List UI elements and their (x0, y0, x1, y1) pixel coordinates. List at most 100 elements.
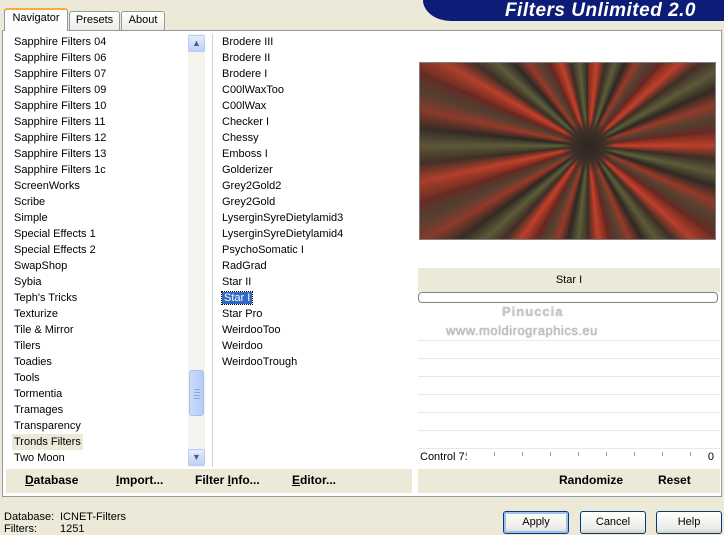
list-item-label: PsychoSomatic I (222, 244, 304, 256)
left-button-row: Database Import... Filter Info... Editor… (6, 469, 412, 493)
tab-presets[interactable]: Presets (69, 11, 120, 30)
database-label: Database: (4, 511, 55, 523)
tab-about[interactable]: About (121, 11, 165, 30)
list-item[interactable]: WeirdooTrough (220, 354, 412, 370)
list-item-label: Sapphire Filters 04 (14, 36, 107, 48)
list-item[interactable]: Grey2Gold (220, 194, 412, 210)
list-item-label: Simple (14, 212, 48, 224)
list-item-label: Tormentia (14, 388, 63, 400)
list-item[interactable]: Sapphire Filters 11 (12, 114, 190, 130)
list-item[interactable]: Chessy (220, 130, 412, 146)
list-item-label: Two Moon (14, 452, 65, 464)
list-item[interactable]: Sapphire Filters 1c (12, 162, 190, 178)
list-item-label: Tronds Filters (14, 436, 81, 448)
scroll-thumb[interactable] (189, 370, 204, 416)
list-item[interactable]: Transparency (12, 418, 190, 434)
chevron-up-icon: ▲ (192, 38, 201, 48)
randomize-button[interactable]: Randomize (559, 473, 623, 487)
list-item-label: Sapphire Filters 1c (14, 164, 106, 176)
list-item[interactable]: Simple (12, 210, 190, 226)
cancel-button[interactable]: Cancel (580, 511, 646, 534)
tab-navigator[interactable]: Navigator (4, 8, 68, 31)
control-7-slider[interactable] (466, 452, 706, 456)
scroll-down-button[interactable]: ▼ (188, 449, 205, 466)
list-item[interactable]: Texturize (12, 306, 190, 322)
list-item[interactable]: Tronds Filters (12, 434, 83, 450)
control-7-row[interactable]: Control 7: 0 (418, 450, 720, 466)
filters-count-value: 1251 (60, 523, 85, 535)
preview-image (419, 62, 716, 240)
list-item[interactable]: Tile & Mirror (12, 322, 190, 338)
list-item[interactable]: Two Moon (12, 450, 190, 466)
list-item[interactable]: RadGrad (220, 258, 412, 274)
list-item[interactable]: Special Effects 1 (12, 226, 190, 242)
list-item[interactable]: Sapphire Filters 10 (12, 98, 190, 114)
list-item[interactable]: SwapShop (12, 258, 190, 274)
list-item-label: Scribe (14, 196, 46, 208)
list-item[interactable]: Brodere I (220, 66, 412, 82)
progress-bar (418, 292, 718, 303)
list-item[interactable]: LyserginSyreDietylamid3 (220, 210, 412, 226)
app-title: Filters Unlimited 2.0 (504, 0, 696, 21)
list-item[interactable]: Golderizer (220, 162, 412, 178)
database-value: ICNET-Filters (60, 511, 126, 523)
list-item[interactable]: Toadies (12, 354, 190, 370)
filter-list[interactable]: Brodere III Brodere II Brodere I C00lWaxToo… (220, 34, 412, 467)
help-button[interactable]: Help (656, 511, 722, 534)
list-item[interactable]: Sapphire Filters 06 (12, 50, 190, 66)
list-item[interactable]: Star Pro (220, 306, 412, 322)
list-item[interactable]: Sapphire Filters 04 (12, 34, 190, 50)
list-item[interactable]: Sapphire Filters 13 (12, 146, 190, 162)
list-item[interactable]: Star II (220, 274, 412, 290)
list-item[interactable]: Sybia (12, 274, 190, 290)
category-scrollbar[interactable]: ▲ ▼ (188, 34, 205, 467)
category-list[interactable]: Sapphire Filters 04 Sapphire Filters 06 Sa… (12, 34, 190, 467)
list-item-label: Sybia (14, 276, 42, 288)
list-item[interactable]: Checker I (220, 114, 412, 130)
list-item[interactable]: Tormentia (12, 386, 190, 402)
list-item[interactable]: PsychoSomatic I (220, 242, 412, 258)
watermark-name: Pinuccia (502, 304, 564, 319)
list-item-label: Checker I (222, 116, 270, 128)
list-item[interactable]: LyserginSyreDietylamid4 (220, 226, 412, 242)
list-item[interactable]: Scribe (12, 194, 190, 210)
list-item-label: Brodere III (222, 36, 274, 48)
list-item[interactable]: ScreenWorks (12, 178, 190, 194)
editor-button[interactable]: Editor... (292, 473, 336, 487)
list-item-label: SwapShop (14, 260, 68, 272)
scroll-up-button[interactable]: ▲ (188, 35, 205, 52)
list-item[interactable]: Sapphire Filters 07 (12, 66, 190, 82)
list-item-label: Brodere I (222, 68, 268, 80)
list-item[interactable]: Special Effects 2 (12, 242, 190, 258)
filters-count-label: Filters: (4, 523, 37, 535)
list-item[interactable]: C00lWaxToo (220, 82, 412, 98)
list-item-label: ScreenWorks (14, 180, 80, 192)
list-item[interactable]: Teph's Tricks (12, 290, 190, 306)
import-button[interactable]: Import... (116, 473, 163, 487)
list-item[interactable]: Brodere III (220, 34, 412, 50)
apply-button[interactable]: Apply (503, 511, 569, 534)
selected-filter-name: Star I (418, 268, 720, 292)
list-item-label: C00lWaxToo (222, 84, 284, 96)
list-item[interactable]: Brodere II (220, 50, 412, 66)
list-item[interactable]: Star I (220, 290, 412, 306)
list-item[interactable]: Tilers (12, 338, 190, 354)
list-item-label: Special Effects 2 (14, 244, 96, 256)
list-item-label: Special Effects 1 (14, 228, 96, 240)
list-item[interactable]: Sapphire Filters 09 (12, 82, 190, 98)
reset-button[interactable]: Reset (658, 473, 691, 487)
list-item[interactable]: C00lWax (220, 98, 412, 114)
list-item-label: WeirdooToo (222, 324, 281, 336)
list-item-label: Sapphire Filters 11 (14, 116, 106, 128)
control-7-value: 0 (707, 451, 714, 463)
list-item[interactable]: WeirdooToo (220, 322, 412, 338)
list-item[interactable]: Tools (12, 370, 190, 386)
list-item[interactable]: Sapphire Filters 12 (12, 130, 190, 146)
filter-info-button[interactable]: Filter Info... (195, 473, 260, 487)
database-button[interactable]: Database (25, 473, 78, 487)
list-item[interactable]: Tramages (12, 402, 190, 418)
list-item[interactable]: Emboss I (220, 146, 412, 162)
list-item[interactable]: Weirdoo (220, 338, 412, 354)
list-item[interactable]: Grey2Gold2 (220, 178, 412, 194)
right-button-row: Randomize Reset (418, 469, 720, 493)
